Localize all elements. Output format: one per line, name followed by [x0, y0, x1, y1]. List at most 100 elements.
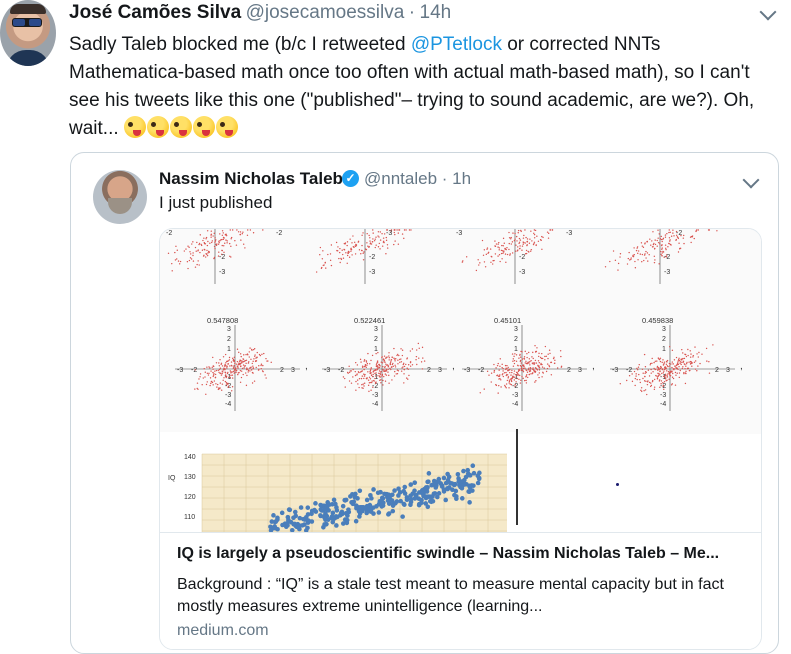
- scatter-point: [222, 238, 225, 241]
- scatter-point: [197, 260, 199, 262]
- scatter-point: [647, 369, 650, 371]
- scatter-point: [232, 367, 235, 369]
- scatter-point: [648, 375, 651, 377]
- scatter-point: [217, 243, 220, 245]
- scatter-point: [387, 368, 389, 370]
- tweet-time[interactable]: 14h: [420, 2, 452, 23]
- scatter-point: [485, 253, 488, 256]
- tick-label: -3: [519, 269, 525, 276]
- scatter-point: [233, 365, 235, 367]
- tweet-menu-chevron-icon[interactable]: [759, 3, 777, 21]
- scatter-point: [678, 366, 680, 368]
- scatter-point: [516, 377, 518, 380]
- iq-scatter-point: [408, 482, 414, 487]
- scatter-point: [350, 248, 352, 250]
- tick-label: -3: [386, 230, 392, 237]
- scatter-point: [242, 243, 245, 245]
- scatter-point: [397, 359, 399, 361]
- scatter-point: [383, 361, 385, 363]
- scatter-point: [363, 373, 365, 375]
- scatter-point: [533, 232, 535, 235]
- card-title[interactable]: IQ is largely a pseudoscientific swindle…: [177, 545, 719, 563]
- scatter-point: [675, 367, 677, 370]
- zany-face-emoji-icon: [169, 116, 192, 138]
- iq-scatter-point: [361, 505, 366, 510]
- scatter-point: [407, 364, 410, 366]
- scatter-point: [231, 229, 234, 231]
- scatter-point: [345, 252, 347, 254]
- scatter-point: [362, 383, 364, 385]
- scatter-point: [377, 367, 379, 369]
- scatter-point: [684, 353, 686, 355]
- scatter-point: [270, 361, 272, 364]
- quoted-author-handle[interactable]: @nntaleb: [364, 169, 437, 188]
- scatter-point: [376, 368, 378, 370]
- iq-scatter-point: [268, 524, 273, 530]
- scatter-point: [499, 374, 501, 376]
- scatter-point: [506, 247, 508, 249]
- scatter-point: [663, 361, 666, 363]
- zany-face-emoji-icon: [123, 116, 146, 138]
- scatter-point: [512, 365, 515, 367]
- scatter-point: [186, 261, 189, 263]
- scatter-point: [692, 356, 694, 358]
- scatter-point: [394, 233, 396, 236]
- scatter-point: [388, 355, 390, 357]
- quoted-time[interactable]: 1h: [452, 169, 471, 188]
- author-avatar[interactable]: [0, 0, 56, 66]
- scatter-point: [479, 262, 481, 264]
- scatter-point: [197, 250, 199, 252]
- iq-scatter-point: [466, 472, 471, 478]
- scatter-point: [546, 231, 549, 233]
- scatter-point: [266, 360, 268, 362]
- link-card[interactable]: -2 -3 -2 -3 -2 -3 -2 -3 -2 -2 -3 -3 -3 -2 0.547808 3 2 1-…: [159, 228, 762, 650]
- scatter-point: [671, 366, 673, 369]
- scatter-point: [342, 376, 345, 378]
- scatter-point: [214, 237, 216, 239]
- scatter-point: [683, 357, 686, 360]
- scatter-point: [668, 231, 670, 234]
- scatter-point: [226, 367, 228, 369]
- scatter-point: [218, 368, 221, 371]
- scatter-point: [495, 243, 498, 245]
- scatter-point: [245, 362, 247, 365]
- author-handle[interactable]: @josecamoessilva: [246, 2, 405, 23]
- scatter-point: [548, 365, 551, 368]
- scatter-point: [528, 367, 530, 369]
- scatter-point: [232, 359, 235, 362]
- card-domain[interactable]: medium.com: [177, 622, 269, 640]
- scatter-point: [634, 267, 637, 269]
- scatter-point: [388, 382, 390, 384]
- scatter-point: [229, 376, 231, 379]
- iq-scatter-point: [424, 486, 430, 491]
- scatter-point: [397, 232, 400, 234]
- scatter-point: [516, 372, 518, 374]
- card-meta[interactable]: IQ is largely a pseudoscientific swindle…: [160, 532, 761, 649]
- scatter-point: [381, 374, 384, 376]
- scatter-point: [682, 237, 684, 239]
- scatter-point: [216, 386, 218, 388]
- scatter-point: [315, 271, 318, 273]
- scatter-point: [209, 242, 211, 244]
- scatter-point: [498, 247, 501, 249]
- scatter-point: [658, 374, 660, 376]
- author-name[interactable]: José Camões Silva: [69, 2, 241, 23]
- scatter-point: [238, 351, 240, 354]
- scatter-point: [695, 230, 697, 233]
- scatter-point: [653, 367, 655, 370]
- scatter-point: [516, 240, 518, 242]
- tick-label: -2: [664, 254, 670, 261]
- quoted-author-name[interactable]: Nassim Nicholas Taleb: [159, 169, 343, 189]
- scatter-point: [218, 371, 220, 374]
- scatter-point: [211, 366, 213, 369]
- scatter-point: [393, 229, 395, 231]
- scatter-point: [511, 353, 514, 355]
- scatter-point: [658, 233, 660, 235]
- scatter-point: [696, 353, 698, 355]
- scatter-point: [218, 387, 220, 389]
- iq-scatter-point: [471, 470, 477, 476]
- quoted-author-avatar[interactable]: [93, 170, 147, 224]
- mention-link[interactable]: @PTetlock: [411, 34, 502, 55]
- scatter-point: [662, 372, 665, 374]
- scatter-point: [199, 373, 202, 375]
